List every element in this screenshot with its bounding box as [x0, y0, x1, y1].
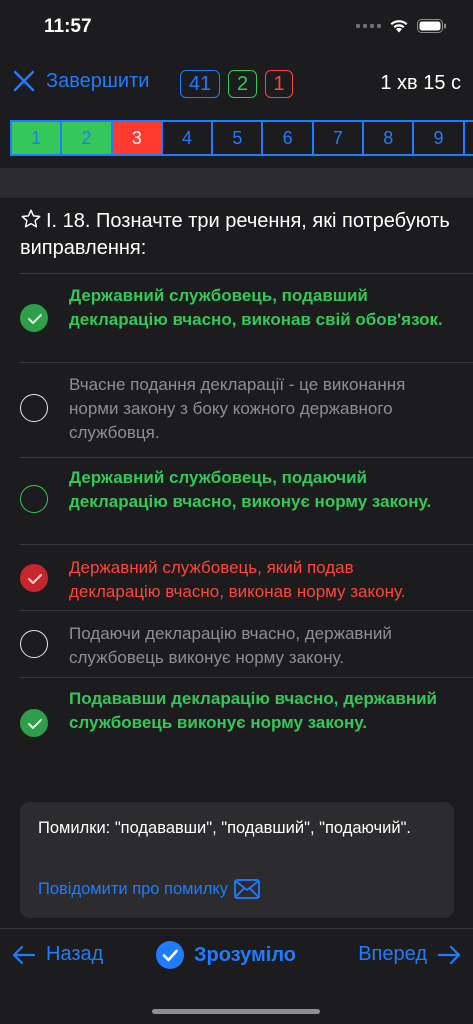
close-icon [13, 70, 35, 92]
answer-option[interactable]: Подаючи декларацію вчасно, державний слу… [0, 610, 473, 677]
answer-option[interactable]: Вчасне подання декларації - це виконання… [0, 362, 473, 445]
forward-button[interactable]: Вперед [358, 943, 461, 966]
home-indicator[interactable] [152, 1009, 320, 1014]
answer-option[interactable]: Подававши декларацію вчасно, державний с… [0, 677, 473, 770]
arrow-left-icon [12, 945, 36, 964]
answer-text: Вчасне подання декларації - це виконання… [69, 375, 406, 442]
question-cell[interactable]: 6 [263, 122, 314, 154]
radio-unchecked-icon [20, 394, 48, 422]
question-card: І. 18. Позначте три речення, які потребу… [0, 198, 473, 770]
status-time: 11:57 [44, 16, 92, 37]
forward-label: Вперед [358, 943, 427, 965]
battery-icon [417, 18, 446, 33]
status-bar: 11:57 [0, 0, 473, 54]
question-cell[interactable]: 1 [12, 122, 63, 154]
total-count-badge: 41 [180, 70, 220, 98]
back-label: Назад [46, 943, 104, 965]
answer-option[interactable]: Державний службовець, подаючий деклараці… [0, 457, 473, 544]
question-cell[interactable]: 4 [163, 122, 214, 154]
explanation-box: Помилки: "подававши", "подавший", "подаю… [20, 802, 454, 918]
report-error-label: Повідомити про помилку [38, 879, 229, 898]
answer-option[interactable]: Державний службовець, який подав деклара… [0, 544, 473, 610]
report-error-link[interactable]: Повідомити про помилку [38, 879, 260, 899]
separator-band [0, 168, 473, 198]
got-it-label: Зрозуміло [194, 943, 297, 966]
correct-count-badge: 2 [228, 70, 257, 98]
envelope-icon [234, 879, 260, 899]
question-strip: 1 2 3 4 5 6 7 8 9 [10, 120, 473, 156]
answer-text: Державний службовець, який подав деклара… [69, 558, 406, 601]
question-text: І. 18. Позначте три речення, які потребу… [20, 210, 450, 259]
question-cell[interactable]: 8 [364, 122, 415, 154]
answer-text: Державний службовець, подаючий деклараці… [69, 468, 432, 511]
answer-text: Державний службовець, подавший деклараці… [69, 286, 443, 329]
checked-correct-icon [20, 304, 48, 332]
radio-unchecked-icon [20, 630, 48, 658]
back-button[interactable]: Назад [12, 943, 103, 966]
finish-label: Завершити [46, 69, 150, 92]
answer-option[interactable]: Державний службовець, подавший деклараці… [0, 273, 473, 362]
answer-text: Подававши декларацію вчасно, державний с… [69, 689, 437, 732]
question-cell[interactable]: 9 [414, 122, 465, 154]
question-cell[interactable]: 5 [213, 122, 264, 154]
wrong-count-badge: 1 [265, 70, 293, 98]
cellular-signal-icon [356, 23, 381, 28]
finish-button[interactable]: Завершити [12, 69, 149, 93]
arrow-right-icon [437, 945, 461, 964]
checked-correct-icon [20, 709, 48, 737]
checkmark-circle-icon [156, 941, 184, 969]
timer: 1 хв 15 с [380, 72, 461, 94]
explanation-text: Помилки: "подававши", "подавший", "подаю… [38, 819, 412, 837]
question-cell[interactable]: 2 [62, 122, 113, 154]
answer-text: Подаючи декларацію вчасно, державний слу… [69, 624, 392, 667]
star-icon[interactable] [20, 208, 42, 230]
status-icons [356, 18, 447, 33]
wifi-icon [390, 20, 408, 33]
question-cell-current[interactable]: 3 [112, 122, 163, 154]
got-it-button[interactable]: Зрозуміло [156, 941, 296, 969]
question-title: І. 18. Позначте три речення, які потребу… [20, 208, 450, 262]
checked-wrong-icon [20, 564, 48, 592]
bottom-toolbar: Назад Зрозуміло Вперед [0, 928, 473, 1024]
question-cell[interactable]: 7 [314, 122, 365, 154]
radio-missed-correct-icon [20, 485, 48, 513]
nav-bar: Завершити 41 2 1 1 хв 15 с [0, 60, 473, 108]
